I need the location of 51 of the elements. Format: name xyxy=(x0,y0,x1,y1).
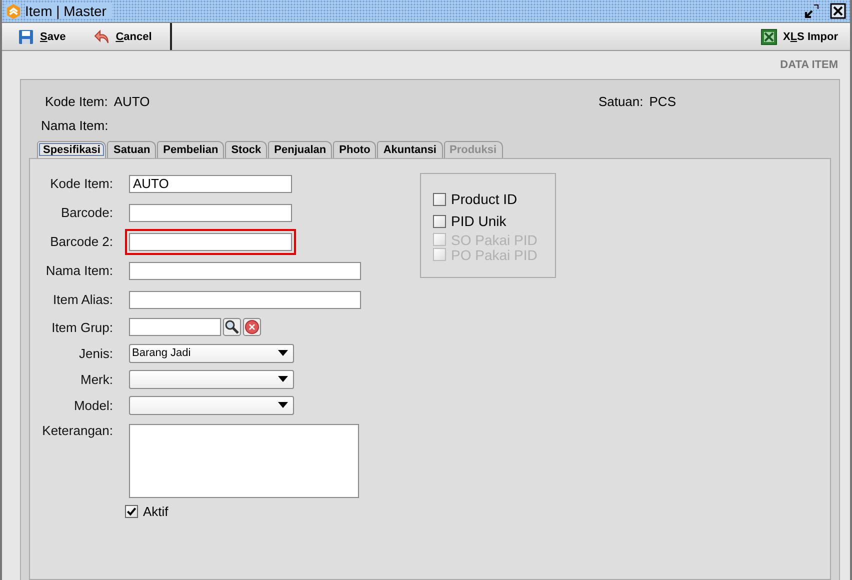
field-label: Barcode: xyxy=(60,205,113,220)
section-title: DATA ITEM xyxy=(780,59,838,71)
input-field[interactable] xyxy=(129,232,292,250)
clear-icon[interactable] xyxy=(243,318,261,336)
check-icon xyxy=(126,506,137,516)
restore-icon[interactable] xyxy=(804,3,820,19)
caret-icon xyxy=(278,376,288,382)
caret-icon xyxy=(278,350,288,356)
checkbox[interactable]: Product ID xyxy=(433,188,518,210)
dropdown[interactable]: Barang Jadi xyxy=(129,344,294,362)
text-area[interactable] xyxy=(129,424,359,498)
input-field[interactable] xyxy=(129,204,292,222)
tab[interactable]: Photo xyxy=(333,141,376,158)
field-label: Barcode 2: xyxy=(49,234,113,249)
tab[interactable]: Stock xyxy=(225,141,268,158)
field-value: PCS xyxy=(649,94,676,109)
cancel-button[interactable]: Cancel xyxy=(86,23,160,50)
field-label: Keterangan: xyxy=(41,423,113,438)
search-icon[interactable] xyxy=(223,318,241,336)
field-label: Kode Item: xyxy=(45,94,108,109)
close-icon[interactable] xyxy=(830,3,846,19)
field-label: Nama Item: xyxy=(44,263,113,278)
xls-import-button[interactable]: XLS Impor xyxy=(752,23,846,50)
save-button[interactable]: Save xyxy=(10,23,74,50)
field-label: Jenis: xyxy=(78,346,113,360)
input-field[interactable] xyxy=(129,318,221,336)
field-label: Kode Item: xyxy=(49,176,113,191)
window-title: Item | Master xyxy=(25,3,112,19)
input-field[interactable] xyxy=(129,290,361,308)
undo-arrow-icon xyxy=(94,28,110,44)
field-label: Nama Item: xyxy=(41,118,108,132)
aktif-checkbox[interactable]: Aktif xyxy=(125,504,168,518)
field-label: Item Grup: xyxy=(50,320,113,334)
field-label: Satuan: xyxy=(598,94,644,109)
tab[interactable]: Akuntansi xyxy=(377,141,442,158)
input-field[interactable]: AUTO xyxy=(129,174,292,192)
caret-icon xyxy=(278,402,288,408)
tab[interactable]: Pembelian xyxy=(157,141,224,158)
spreadsheet-icon xyxy=(760,28,777,44)
dropdown[interactable] xyxy=(129,396,294,414)
tab[interactable]: Satuan xyxy=(107,141,156,158)
field-label: Item Alias: xyxy=(52,292,113,307)
tab[interactable]: Spesifikasi xyxy=(37,141,106,158)
field-value: AUTO xyxy=(114,94,150,109)
checkbox[interactable]: PID Unik xyxy=(433,210,506,232)
input-field[interactable] xyxy=(129,262,361,280)
field-label: Model: xyxy=(72,398,113,412)
field-label: Merk: xyxy=(80,372,113,386)
app-logo-icon xyxy=(6,4,21,18)
tab[interactable]: Penjualan xyxy=(268,141,332,158)
dropdown[interactable] xyxy=(129,370,294,388)
